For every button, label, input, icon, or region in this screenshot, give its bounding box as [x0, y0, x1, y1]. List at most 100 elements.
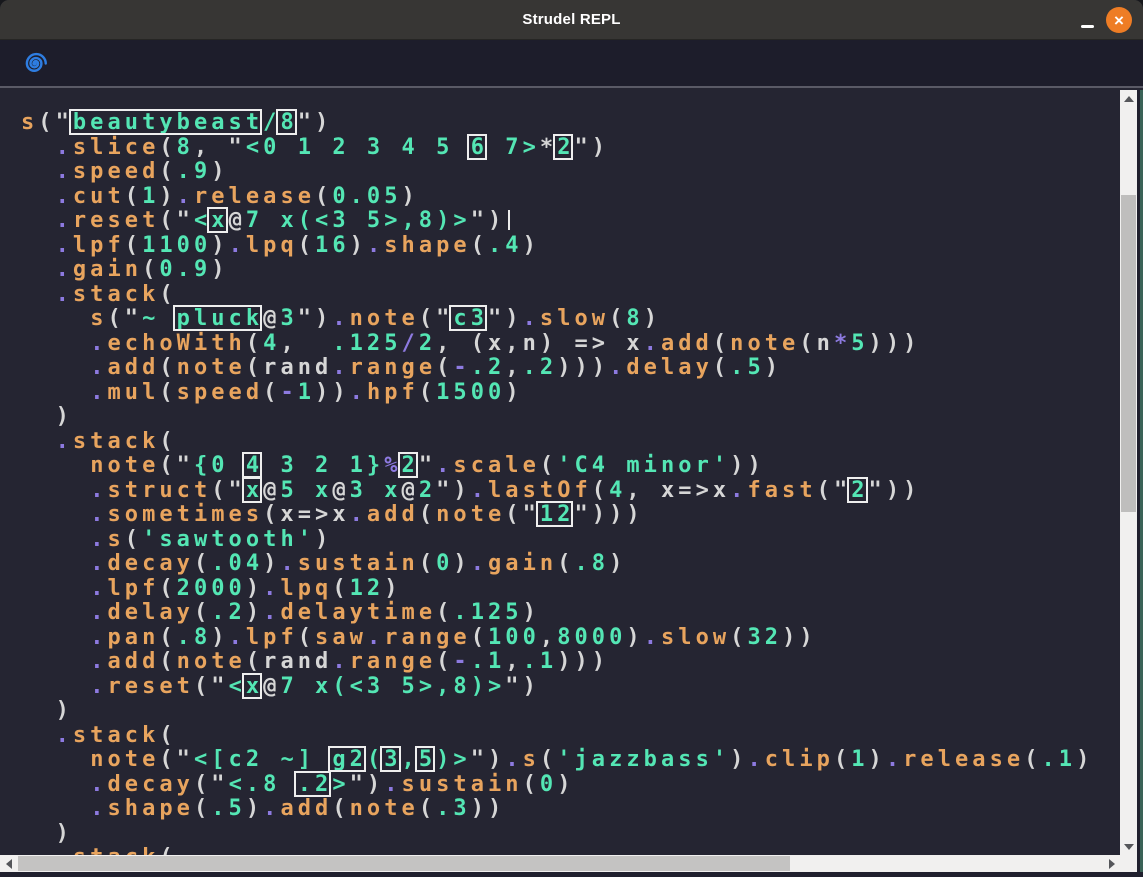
code-token: @ [332, 478, 349, 503]
code-token: ")) [869, 478, 921, 503]
code-token: . [56, 159, 73, 184]
code-token: ) [626, 625, 643, 650]
code-token: . [56, 135, 73, 160]
code-token: s [90, 306, 107, 331]
code-token: ) [869, 747, 886, 772]
scroll-down-button[interactable] [1120, 838, 1137, 855]
code-line: .stack( [21, 430, 1120, 455]
code-token: ( [298, 625, 315, 650]
titlebar[interactable]: Strudel REPL × [0, 0, 1143, 40]
code-token: . [367, 625, 384, 650]
code-token: , x=>x [626, 478, 730, 503]
code-token: shape [384, 233, 470, 258]
code-token: . [90, 527, 107, 552]
code-token: <.8 [229, 772, 298, 797]
strudel-repl-window: Strudel REPL × s("beautybeast/8") .slice… [0, 0, 1143, 877]
code-token: note [177, 355, 246, 380]
code-token: 100 [488, 625, 540, 650]
code-token: .04 [211, 551, 263, 576]
active-token: 5 [419, 747, 436, 772]
code-token: lpf [107, 576, 159, 601]
code-token: ) [246, 600, 263, 625]
window-title: Strudel REPL [522, 11, 620, 28]
code-token: % [384, 453, 401, 478]
code-token: ") [471, 747, 506, 772]
code-token: ") [298, 306, 333, 331]
active-token: .2 [298, 772, 333, 797]
code-token: - [453, 649, 470, 674]
code-token: ) [350, 233, 367, 258]
code-token [21, 747, 90, 772]
code-token: stack [73, 282, 159, 307]
horizontal-scrollbar[interactable] [0, 855, 1120, 872]
close-button[interactable]: × [1103, 0, 1135, 40]
code-token: , [402, 747, 419, 772]
active-token: g2 [332, 747, 367, 772]
active-token: x [246, 478, 263, 503]
code-token: add [367, 502, 419, 527]
active-token: 2 [557, 135, 574, 160]
scroll-up-button[interactable] [1120, 90, 1137, 107]
code-token: (" [38, 110, 73, 135]
code-token: delay [626, 355, 712, 380]
code-token: ) [21, 404, 73, 429]
active-token: beautybeast [73, 110, 263, 135]
code-token: ) [211, 233, 228, 258]
code-token: . [177, 184, 194, 209]
code-token: ( [471, 625, 488, 650]
code-token [21, 184, 56, 209]
code-token: ( [523, 772, 540, 797]
code-line: .slice(8, "<0 1 2 3 4 5 6 7>*2") [21, 136, 1120, 161]
code-token: . [56, 257, 73, 282]
code-token: 0 [540, 772, 557, 797]
code-token: decay [107, 772, 193, 797]
code-token: . [90, 331, 107, 356]
code-token: )) [315, 380, 350, 405]
code-token: ") [574, 135, 609, 160]
scroll-left-button[interactable] [0, 855, 17, 872]
code-token [21, 159, 56, 184]
code-token: ( [609, 306, 626, 331]
code-token: ) [384, 576, 401, 601]
code-token: stack [73, 845, 159, 855]
code-token: (" [159, 747, 194, 772]
code-token: 'jazzbass' [557, 747, 730, 772]
code-token: (" [817, 478, 852, 503]
code-token [21, 502, 90, 527]
code-token: )) [471, 796, 506, 821]
strudel-spiral-icon[interactable] [20, 49, 49, 78]
code-token: . [90, 796, 107, 821]
code-token: <0 1 2 3 4 5 [246, 135, 471, 160]
code-token: ) [315, 527, 332, 552]
code-line: .stack( [21, 846, 1120, 855]
code-token: . [90, 674, 107, 699]
code-token: , " [194, 135, 246, 160]
code-token: ))) [557, 649, 609, 674]
code-token: ( [125, 184, 142, 209]
minimize-button[interactable] [1071, 0, 1103, 40]
code-token: 0 [436, 551, 453, 576]
code-token: ( [436, 600, 453, 625]
code-area[interactable]: s("beautybeast/8") .slice(8, "<0 1 2 3 4… [0, 90, 1120, 855]
code-token: 8 [177, 135, 194, 160]
scroll-right-button[interactable] [1103, 855, 1120, 872]
code-token: range [384, 625, 470, 650]
code-token [21, 355, 90, 380]
code-line: .sometimes(x=>x.add(note("12"))) [21, 503, 1120, 528]
code-token: 7> [488, 135, 540, 160]
horizontal-scroll-thumb[interactable] [18, 856, 790, 871]
code-token: @ [263, 674, 280, 699]
code-token: pan [107, 625, 159, 650]
code-token: add [280, 796, 332, 821]
code-token: ") [488, 306, 523, 331]
vertical-scroll-thumb[interactable] [1121, 195, 1136, 512]
code-line: ) [21, 822, 1120, 847]
code-token: clip [765, 747, 834, 772]
code-token: / [263, 110, 280, 135]
code-token: saw [315, 625, 367, 650]
vertical-scrollbar[interactable] [1120, 90, 1137, 855]
code-token: ( [592, 478, 609, 503]
code-token: slice [73, 135, 159, 160]
scrollbar-corner [1120, 855, 1137, 872]
code-line: ) [21, 699, 1120, 724]
